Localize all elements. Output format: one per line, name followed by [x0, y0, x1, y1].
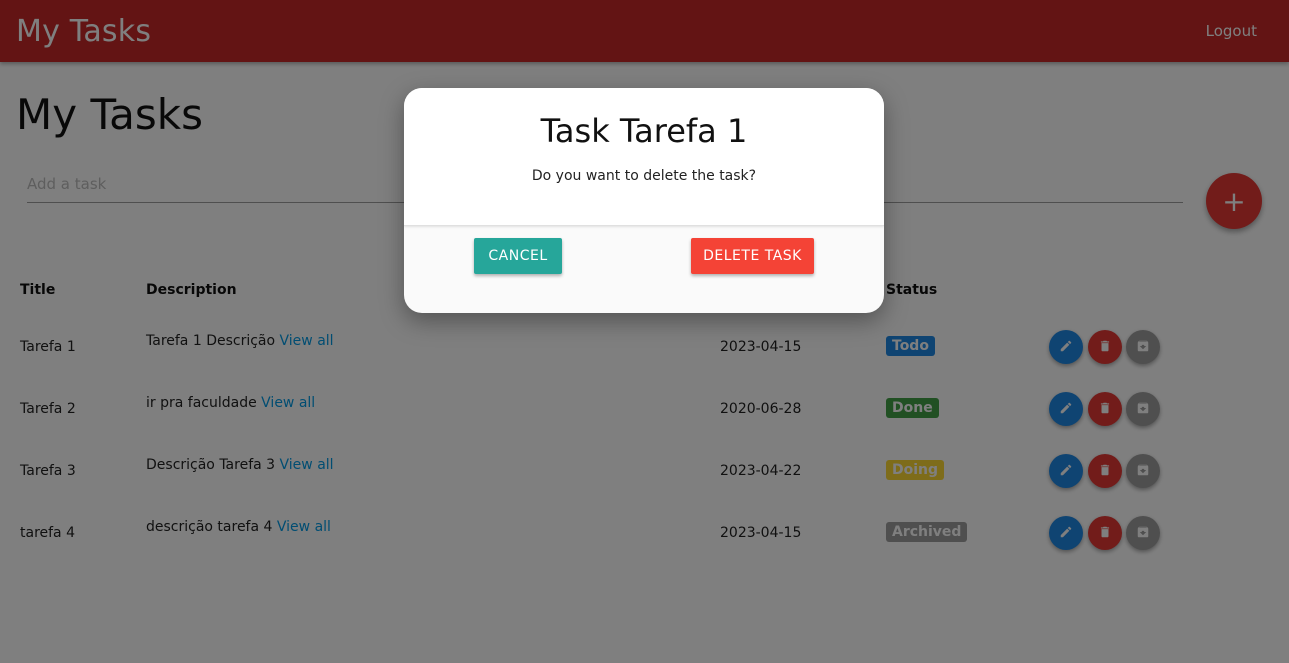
- modal-message: Do you want to delete the task?: [531, 168, 757, 184]
- modal-content: Task Tarefa 1 Do you want to delete the …: [404, 88, 884, 226]
- delete-task-modal: Task Tarefa 1 Do you want to delete the …: [404, 88, 884, 313]
- cancel-button[interactable]: CANCEL: [474, 238, 562, 274]
- delete-task-button[interactable]: DELETE TASK: [691, 238, 814, 274]
- modal-title: Task Tarefa 1: [540, 112, 748, 150]
